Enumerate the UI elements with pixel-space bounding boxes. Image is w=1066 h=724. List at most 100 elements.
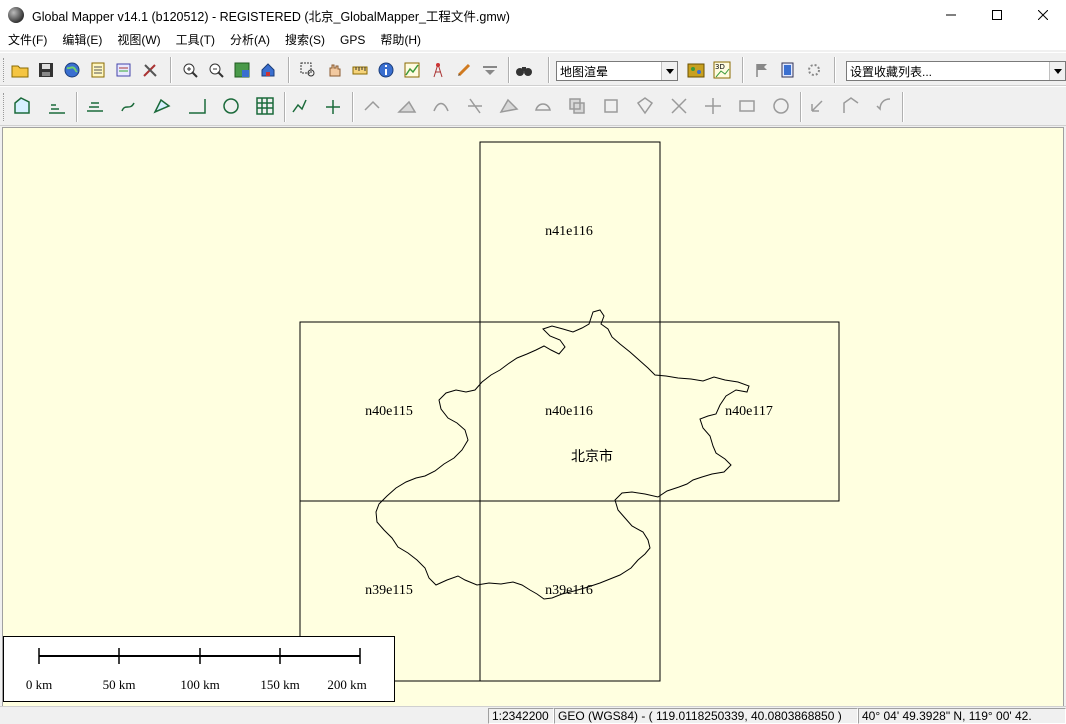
feature-edit-button[interactable] bbox=[80, 91, 110, 121]
vertex-edit-button[interactable] bbox=[148, 91, 178, 121]
toolbar-separator bbox=[548, 57, 550, 83]
move-vertex-button[interactable] bbox=[284, 91, 314, 121]
pencil-icon bbox=[457, 63, 471, 77]
open-button[interactable] bbox=[8, 58, 32, 82]
online-data-button[interactable] bbox=[60, 58, 84, 82]
reshape-button[interactable] bbox=[528, 91, 558, 121]
grid-button[interactable] bbox=[250, 91, 280, 121]
dropdown-tool-button[interactable] bbox=[478, 58, 502, 82]
tile-label-n40e116: n40e116 bbox=[545, 404, 593, 419]
wrench-icon bbox=[143, 64, 157, 77]
join-button[interactable] bbox=[426, 91, 456, 121]
scale-label: 50 km bbox=[102, 677, 136, 692]
menu-gps[interactable]: GPS bbox=[332, 30, 372, 50]
maximize-icon bbox=[992, 10, 1002, 20]
config-button[interactable] bbox=[112, 58, 136, 82]
insert-vertex-button[interactable] bbox=[318, 91, 348, 121]
redo-button[interactable] bbox=[836, 91, 866, 121]
rotate-feature-button[interactable] bbox=[870, 91, 900, 121]
zoom-out-button[interactable] bbox=[204, 58, 228, 82]
paste-icon bbox=[604, 99, 618, 113]
tile-label-n41e116: n41e116 bbox=[545, 224, 593, 239]
bookmark-list-select[interactable]: 设置收藏列表... bbox=[846, 61, 1066, 81]
menu-view[interactable]: 视图(W) bbox=[109, 30, 167, 50]
save-button[interactable] bbox=[34, 58, 58, 82]
toolbar-separator bbox=[76, 92, 78, 122]
shape-edit-button[interactable] bbox=[114, 91, 144, 121]
zoom-to-layer-button[interactable] bbox=[230, 58, 254, 82]
create-line-button[interactable] bbox=[42, 91, 72, 121]
merge-button[interactable] bbox=[698, 91, 728, 121]
overlay-control-button[interactable] bbox=[86, 58, 110, 82]
cut-button[interactable] bbox=[630, 91, 660, 121]
feature-info-button[interactable] bbox=[374, 58, 398, 82]
menu-tools[interactable]: 工具(T) bbox=[168, 30, 222, 50]
paste-button[interactable] bbox=[596, 91, 626, 121]
find-button[interactable] bbox=[512, 58, 536, 82]
full-view-button[interactable] bbox=[256, 58, 280, 82]
map-canvas[interactable]: n41e116 n40e115 n40e116 n40e117 n39e115 … bbox=[2, 127, 1064, 707]
zoom-tool-icon bbox=[300, 62, 315, 77]
menu-edit[interactable]: 编辑(E) bbox=[54, 30, 109, 50]
split-button[interactable] bbox=[392, 91, 422, 121]
layers-icon bbox=[91, 62, 105, 78]
zoom-tool-button[interactable] bbox=[296, 58, 320, 82]
create-line-icon bbox=[49, 104, 65, 114]
tools-button[interactable] bbox=[138, 58, 162, 82]
menu-bar: 文件(F) 编辑(E) 视图(W) 工具(T) 分析(A) 搜索(S) GPS … bbox=[0, 30, 1066, 50]
delete-button[interactable] bbox=[766, 91, 796, 121]
rotate-feature-icon bbox=[876, 98, 891, 111]
shader-button[interactable] bbox=[684, 58, 708, 82]
copy-button[interactable] bbox=[562, 91, 592, 121]
minimize-button[interactable] bbox=[928, 0, 974, 30]
scale-button[interactable] bbox=[494, 91, 524, 121]
chevron-down-icon bbox=[1049, 62, 1065, 80]
3d-view-button[interactable]: 3D bbox=[710, 58, 734, 82]
buffer-button[interactable] bbox=[216, 91, 246, 121]
measure-tool-button[interactable] bbox=[348, 58, 372, 82]
digitizer-toolbar bbox=[0, 86, 1066, 126]
window-title: Global Mapper v14.1 (b120512) - REGISTER… bbox=[32, 9, 510, 24]
status-bar: 1:2342200 GEO (WGS84) - ( 119.0118250339… bbox=[0, 706, 1066, 724]
maximize-button[interactable] bbox=[974, 0, 1020, 30]
digitizer-button[interactable] bbox=[452, 58, 476, 82]
view-shed-button[interactable] bbox=[426, 58, 450, 82]
zoom-in-button[interactable] bbox=[178, 58, 202, 82]
menu-help[interactable]: 帮助(H) bbox=[372, 30, 428, 50]
menu-analysis[interactable]: 分析(A) bbox=[222, 30, 277, 50]
bookmark-manage-button[interactable] bbox=[776, 58, 800, 82]
rotate-button[interactable] bbox=[460, 91, 490, 121]
grid-icon bbox=[256, 97, 274, 115]
main-toolbar: 地图渲晕 3D 设置收藏列表... bbox=[0, 52, 1066, 86]
vertex-edit-icon bbox=[153, 98, 171, 114]
bookmark-list-icon bbox=[781, 62, 794, 78]
pan-tool-button[interactable] bbox=[322, 58, 346, 82]
smooth-button[interactable] bbox=[358, 91, 388, 121]
close-button[interactable] bbox=[1020, 0, 1066, 30]
bookmark-settings-button[interactable] bbox=[802, 58, 826, 82]
window-controls bbox=[928, 0, 1066, 30]
bookmark-button[interactable] bbox=[750, 58, 774, 82]
join-icon bbox=[433, 102, 449, 112]
status-scale: 1:2342200 bbox=[488, 708, 554, 724]
create-area-button[interactable] bbox=[8, 91, 38, 121]
undo-button[interactable] bbox=[802, 91, 832, 121]
toolbar-grip bbox=[3, 58, 6, 82]
area-edit-button[interactable] bbox=[732, 91, 762, 121]
menu-file[interactable]: 文件(F) bbox=[0, 30, 54, 50]
scale-label: 0 km bbox=[25, 677, 53, 692]
cut-icon bbox=[636, 97, 654, 115]
render-mode-select[interactable]: 地图渲晕 bbox=[556, 61, 678, 81]
smooth-icon bbox=[364, 100, 380, 111]
open-folder-icon bbox=[11, 65, 29, 78]
menu-search[interactable]: 搜索(S) bbox=[277, 30, 332, 50]
tile-label-n39e116: n39e116 bbox=[545, 583, 593, 598]
flag-icon bbox=[756, 64, 767, 77]
combine-button[interactable] bbox=[664, 91, 694, 121]
coordinate-button[interactable] bbox=[182, 91, 212, 121]
path-profile-button[interactable] bbox=[400, 58, 424, 82]
binoculars-icon bbox=[516, 67, 532, 76]
status-coordinates: GEO (WGS84) - ( 119.0118250339, 40.08038… bbox=[554, 708, 858, 724]
zoom-out-icon bbox=[209, 63, 224, 78]
shader-palette-icon bbox=[687, 63, 705, 78]
